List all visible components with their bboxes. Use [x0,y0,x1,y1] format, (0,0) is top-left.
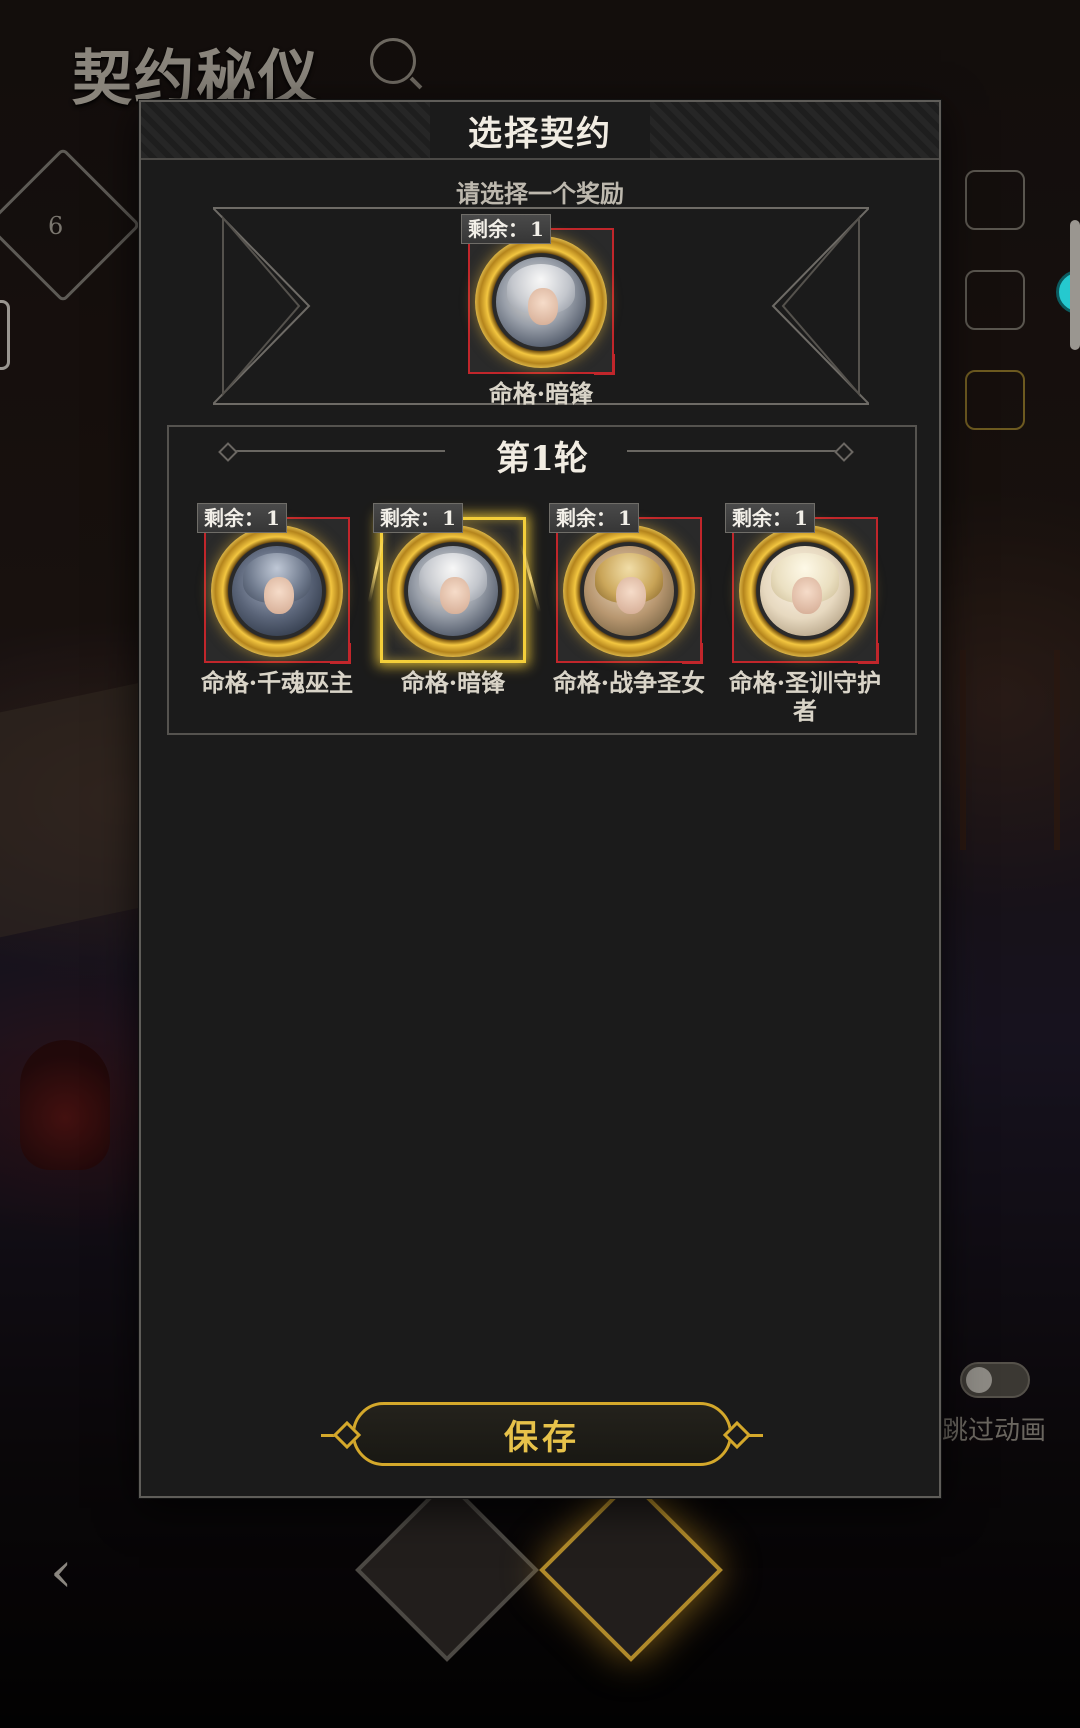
choose-reward-prompt: 请选择一个奖励 [456,179,624,208]
card-name: 命格·圣训守护者 [728,668,882,725]
reward-preview-icon [965,170,1025,230]
round-title: 第1轮 [496,439,588,479]
dialog-title: 选择契约 [468,113,612,154]
remaining-badge: 剩余： 1 [461,214,551,244]
round-section: 第1轮 剩余： 1 命格·千魂巫主 剩余： 1 命格·暗锋 剩余： 1 命格·战… [167,425,917,735]
remaining-value: 1 [530,217,544,241]
round-divider-right [627,450,845,452]
remaining-label: 剩余： [468,217,528,241]
background-scrollbar [1070,220,1080,350]
remaining-value: 1 [618,506,632,530]
remaining-badge: 剩余： 1 [549,503,639,533]
portrait-war-maiden-icon [563,525,695,657]
remaining-label: 剩余： [732,506,792,530]
remaining-value: 1 [266,506,280,530]
select-contract-dialog: 选择契约 请选择一个奖励 剩余： 1 命格·暗锋 第1轮 剩余： 1 命格·千魂… [139,100,941,1498]
skip-animation-label: 跳过动画 [942,1416,1047,1446]
remaining-badge: 剩余： 1 [725,503,815,533]
portrait-silver-hair-icon [475,236,607,368]
ritual-icon [965,370,1025,430]
back-arrow-icon: ‹ [50,1540,73,1605]
remaining-value: 1 [442,506,456,530]
button-ornament-right [747,1434,763,1437]
remaining-value: 1 [794,506,808,530]
save-button-label: 保存 [504,1417,580,1458]
remaining-badge: 剩余： 1 [197,503,287,533]
remaining-badge: 剩余： 1 [373,503,463,533]
level-emblem-number: 6 [48,212,64,240]
dialog-header: 选择契约 [141,102,939,160]
save-button[interactable]: 保存 [321,1402,763,1466]
remaining-label: 剩余： [556,506,616,530]
card-name: 命格·暗锋 [488,379,594,408]
search-icon [370,38,416,84]
shop-icon [965,270,1025,330]
card-name: 命格·千魂巫主 [200,668,354,697]
portrait-dark-mage-icon [211,525,343,657]
card-name: 命格·暗锋 [400,668,506,697]
remaining-label: 剩余： [204,506,264,530]
skip-animation-toggle [960,1362,1030,1398]
card-name: 命格·战争圣女 [552,668,706,697]
background-side-menu [940,170,1050,430]
selected-reward-ribbon: 剩余： 1 命格·暗锋 [213,206,869,408]
button-ornament-left-icon [332,1420,362,1450]
portrait-silver-hair-icon [387,525,519,657]
portrait-holy-guardian-icon [739,525,871,657]
remaining-label: 剩余： [380,506,440,530]
left-edge-tab [0,300,10,370]
